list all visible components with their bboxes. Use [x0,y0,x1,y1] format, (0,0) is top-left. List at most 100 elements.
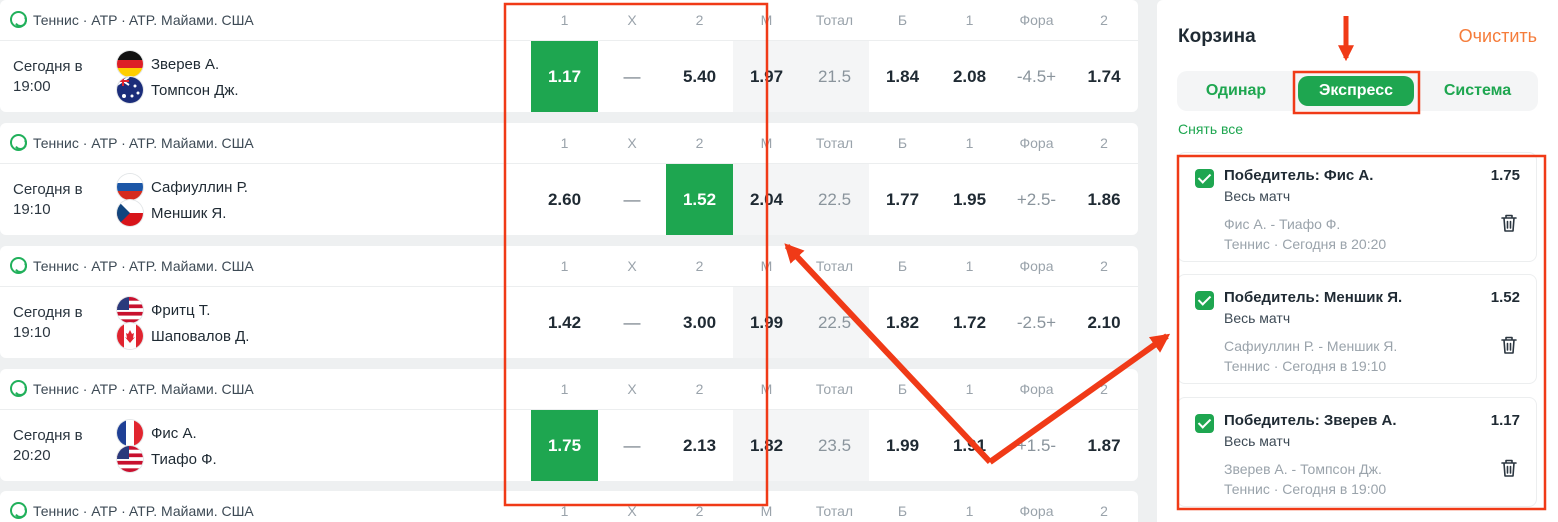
event-card: Теннис · ATP · ATP. Майами. США 1 X 2 М Тотал… [0,491,1138,522]
team-2[interactable]: Тиафо Ф. [117,446,217,472]
bet-checkbox[interactable] [1195,414,1214,433]
odd-win2[interactable]: 1.52 [666,164,733,235]
odd-win1[interactable]: 2.60 [531,164,598,235]
bet-odd: 1.52 [1490,289,1520,306]
odd-win2[interactable]: 3.00 [666,287,733,358]
column-header-win1: 1 [560,381,569,397]
trash-icon[interactable] [1500,458,1518,478]
remove-all-button[interactable]: Снять все [1178,121,1243,137]
odd-over[interactable]: 1.84 [869,41,936,112]
odd-under[interactable]: 2.04 [733,164,800,235]
tab-express[interactable]: Экспресс [1298,76,1414,106]
column-header-over: Б [897,381,908,397]
odd-total: 22.5 [800,287,869,358]
odd-total: 21.5 [800,41,869,112]
odd-over[interactable]: 1.77 [869,164,936,235]
odd-handicap1[interactable]: 1.91 [936,410,1003,481]
odd-handicap2[interactable]: 1.74 [1070,41,1138,112]
odd-win2[interactable]: 2.13 [666,410,733,481]
event-header: Теннис · ATP · ATP. Майами. США 1 X 2 М Тотал… [0,369,1138,410]
bet-match: Сафиуллин Р. - Меншик Я. [1224,338,1398,354]
column-header-under: М [760,381,773,397]
column-header-win2: 2 [695,135,704,151]
odd-win1[interactable]: 1.42 [531,287,598,358]
team-2-name: Шаповалов Д. [151,327,250,345]
flag-icon [117,51,143,77]
column-header-handicap: Фора [1019,12,1054,28]
odd-handicap: +2.5- [1016,190,1057,209]
bet-match: Фис А. - Тиафо Ф. [1224,216,1341,232]
team-1-name: Зверев А. [151,55,220,73]
team-1[interactable]: Зверев А. [117,51,220,77]
league-label[interactable]: Теннис · ATP · ATP. Майами. США [10,11,254,28]
column-header-handicap2: 2 [1100,12,1108,28]
column-header-draw: X [627,12,637,28]
odd-draw: — [623,436,641,455]
bet-checkbox[interactable] [1195,169,1214,188]
odd-draw: — [623,67,641,86]
column-header-under: М [760,12,773,28]
odd-handicap1[interactable]: 1.72 [936,287,1003,358]
odd-win1[interactable]: 1.75 [531,410,598,481]
odd-under[interactable]: 1.99 [733,287,800,358]
event-card: Теннис · ATP · ATP. Майами. США 1 X 2 М Тотал… [0,0,1138,112]
bet-slip: Корзина Очистить Одинар Экспресс Система… [1157,0,1558,522]
bet-checkbox[interactable] [1195,291,1214,310]
bet-name: Победитель: Зверев А. [1224,412,1397,429]
event-card: Теннис · ATP · ATP. Майами. США 1 X 2 М Тотал… [0,123,1138,235]
flag-icon [117,174,143,200]
team-1-name: Сафиуллин Р. [151,178,248,196]
team-2[interactable]: Томпсон Дж. [117,77,239,103]
tennis-icon [10,502,27,519]
team-1[interactable]: Сафиуллин Р. [117,174,248,200]
tennis-icon [10,11,27,28]
trash-icon[interactable] [1500,213,1518,233]
odd-win2[interactable]: 5.40 [666,41,733,112]
tab-single[interactable]: Одинар [1177,71,1295,111]
column-header-handicap2: 2 [1100,258,1108,274]
event-time: Сегодня в 19:00 [13,57,83,97]
odd-under[interactable]: 1.82 [733,410,800,481]
team-2[interactable]: Шаповалов Д. [117,323,250,349]
clear-button[interactable]: Очистить [1459,26,1537,47]
column-header-under: М [760,503,773,519]
team-2[interactable]: Меншик Я. [117,200,226,226]
odd-handicap2[interactable]: 2.10 [1070,287,1138,358]
event-hour: 19:00 [13,78,51,95]
tennis-icon [10,380,27,397]
odd-draw: — [623,190,641,209]
event-row: Сегодня в 20:20 Фис А. Тиафо Ф. 1.75—2.13 1.8… [0,410,1138,481]
league-label[interactable]: Теннис · ATP · ATP. Майами. США [10,257,254,274]
column-header-handicap2: 2 [1100,135,1108,151]
flag-icon [117,77,143,103]
league-label[interactable]: Теннис · ATP · ATP. Майами. США [10,380,254,397]
column-header-win1: 1 [560,12,569,28]
column-header-total: Тотал [815,258,854,274]
odd-over[interactable]: 1.82 [869,287,936,358]
odd-under[interactable]: 1.97 [733,41,800,112]
event-time: Сегодня в 20:20 [13,426,83,466]
event-date: Сегодня в [13,58,83,75]
odd-total: 22.5 [800,164,869,235]
column-header-over: Б [897,503,908,519]
odd-handicap2[interactable]: 1.86 [1070,164,1138,235]
league-label[interactable]: Теннис · ATP · ATP. Майами. США [10,134,254,151]
league-label[interactable]: Теннис · ATP · ATP. Майами. США [10,502,254,519]
trash-icon[interactable] [1500,335,1518,355]
event-card: Теннис · ATP · ATP. Майами. США 1 X 2 М Тотал… [0,246,1138,358]
column-header-draw: X [627,258,637,274]
team-1-name: Фис А. [151,424,197,442]
odd-handicap2[interactable]: 1.87 [1070,410,1138,481]
column-header-handicap: Фора [1019,258,1054,274]
odd-handicap1[interactable]: 1.95 [936,164,1003,235]
team-1[interactable]: Фис А. [117,420,197,446]
column-header-handicap1: 1 [965,12,974,28]
odd-over[interactable]: 1.99 [869,410,936,481]
event-date: Сегодня в [13,304,83,321]
odd-win1[interactable]: 1.17 [531,41,598,112]
team-1[interactable]: Фритц Т. [117,297,210,323]
tennis-icon [10,134,27,151]
tab-system[interactable]: Система [1417,71,1538,111]
odd-handicap1[interactable]: 2.08 [936,41,1003,112]
event-hour: 19:10 [13,324,51,341]
